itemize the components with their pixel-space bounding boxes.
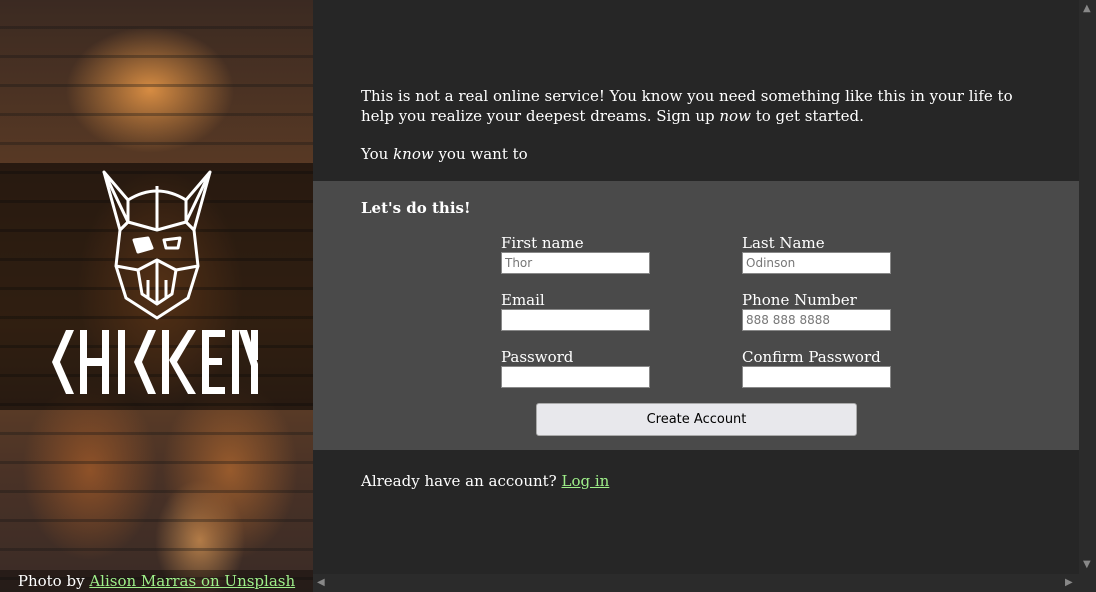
scroll-left-icon[interactable]: ◀ (317, 578, 325, 588)
last-name-group: Last Name (742, 234, 892, 274)
login-prompt: Already have an account? Log in (361, 472, 609, 490)
create-account-button[interactable]: Create Account (536, 403, 857, 436)
confirm-password-group: Confirm Password (742, 348, 892, 388)
brand-wordmark (52, 330, 258, 394)
phone-input[interactable] (742, 309, 891, 331)
password-input[interactable] (501, 366, 650, 388)
last-name-label: Last Name (742, 234, 825, 252)
viking-helmet-icon (102, 170, 212, 320)
confirm-password-input[interactable] (742, 366, 891, 388)
intro-tagline: You know you want to (361, 144, 1041, 164)
email-label: Email (501, 291, 545, 309)
first-name-group: First name (501, 234, 651, 274)
login-link[interactable]: Log in (562, 472, 610, 490)
photo-credit-link[interactable]: Alison Marras on Unsplash (89, 572, 295, 590)
hero-image-panel: Photo by Alison Marras on Unsplash (0, 0, 313, 592)
scroll-up-icon[interactable]: ▲ (1083, 4, 1091, 14)
signup-form: Let's do this! First name Last Name Emai… (313, 181, 1079, 450)
vertical-scrollbar[interactable]: ▲ ▼ (1079, 0, 1096, 574)
photo-credit: Photo by Alison Marras on Unsplash (0, 570, 313, 592)
email-input[interactable] (501, 309, 650, 331)
last-name-input[interactable] (742, 252, 891, 274)
main-content: This is not a real online service! You k… (313, 0, 1079, 574)
first-name-label: First name (501, 234, 584, 252)
scroll-right-icon[interactable]: ▶ (1065, 578, 1073, 588)
intro-emphasis-now: now (719, 107, 751, 125)
tagline-text-b: you want to (433, 145, 528, 163)
scrollbar-corner (1079, 574, 1096, 592)
password-label: Password (501, 348, 574, 366)
intro-text-b: to get started. (750, 107, 864, 125)
phone-group: Phone Number (742, 291, 892, 331)
first-name-input[interactable] (501, 252, 650, 274)
phone-label: Phone Number (742, 291, 857, 309)
photo-credit-prefix: Photo by (17, 572, 90, 590)
intro-text: This is not a real online service! You k… (361, 86, 1041, 182)
horizontal-scrollbar[interactable]: ◀ ▶ (313, 574, 1079, 592)
tagline-emphasis-know: know (393, 145, 434, 163)
form-heading: Let's do this! (361, 199, 471, 217)
tagline-text-a: You (361, 145, 394, 163)
email-group: Email (501, 291, 651, 331)
confirm-password-label: Confirm Password (742, 348, 881, 366)
intro-paragraph: This is not a real online service! You k… (361, 86, 1041, 126)
password-group: Password (501, 348, 651, 388)
scroll-down-icon[interactable]: ▼ (1083, 560, 1091, 570)
intro-text-a: This is not a real online service! You k… (361, 87, 1013, 125)
login-prompt-text: Already have an account? (361, 472, 562, 490)
